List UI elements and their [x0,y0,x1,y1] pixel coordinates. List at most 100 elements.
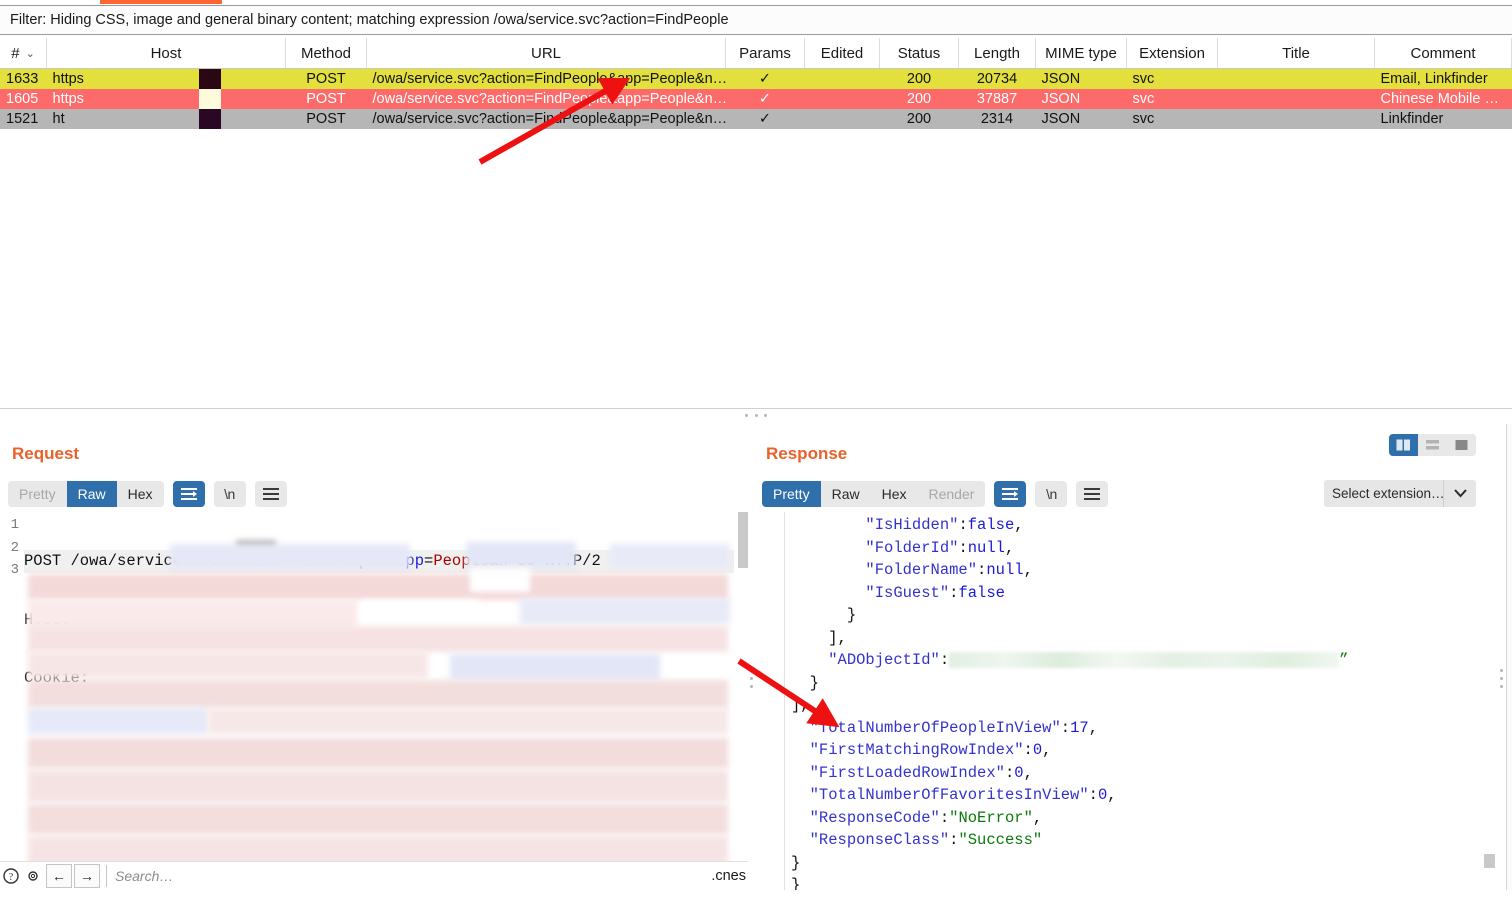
hamburger-glyph [262,488,279,500]
right-edge-splitter[interactable] [1498,424,1506,890]
request-format-tabs: Pretty Raw Hex [8,481,164,507]
code-token: "TotalNumberOfFavoritesInView" [809,786,1089,804]
stacked-layout-button[interactable] [1418,434,1447,456]
code-token: "IsGuest" [865,583,950,602]
tab-strip [0,0,1512,4]
code-token: , [1107,786,1117,804]
request-wrap-lines-icon[interactable] [172,481,205,507]
cell-edited [804,68,880,89]
cell-status: 200 [879,89,959,109]
side-by-side-icon [1396,439,1410,451]
side-by-side-layout-button[interactable] [1389,434,1418,456]
request-editor[interactable]: 1 2 3 POST /owa/service.svc?action=FindP… [0,512,752,890]
code-token: : [977,561,987,579]
vertical-splitter[interactable] [748,424,756,890]
table-row[interactable]: 1605 https POST /owa/service.svc?action=… [0,89,1512,109]
response-tab-raw[interactable]: Raw [820,481,871,507]
horizontal-splitter[interactable] [0,408,1512,423]
code-token: n [498,552,508,570]
response-vertical-scrollbar[interactable] [1483,512,1496,890]
cell-comment: Chinese Mobile … [1374,89,1512,109]
code-token: "ADObjectId" [828,651,940,669]
cell-mime: JSON [1035,109,1127,129]
proxy-history-table[interactable]: # ⌄ Host Method URL Params Edited Status … [0,38,1512,138]
table-row[interactable]: 1521 ht POST /owa/service.svc?action=Fin… [0,109,1512,129]
code-token: ], [828,628,847,647]
proxy-filter-bar[interactable]: Filter: Hiding CSS, image and general bi… [0,5,1512,35]
column-header-method[interactable]: Method [285,38,367,69]
response-json-line: "FolderName":null, [791,559,1478,582]
code-token: "NoError" [949,808,1033,827]
column-header-num-label: # [11,44,20,62]
svg-text:?: ? [9,872,14,883]
select-extension-dropdown[interactable]: Select extension… [1324,480,1476,507]
column-header-title[interactable]: Title [1217,38,1375,69]
column-header-params[interactable]: Params [725,38,805,69]
response-tab-render[interactable]: Render [917,481,986,507]
request-settings-icon[interactable] [22,865,44,887]
request-tab-hex[interactable]: Hex [116,481,164,507]
response-editor-menu-icon[interactable] [1076,481,1109,507]
response-json-line: } [791,672,1478,695]
newline-glyph: \n [224,486,235,502]
request-pane-title: Request [12,444,80,463]
request-help-icon[interactable]: ? [0,865,22,887]
line-number: 1 [10,517,19,533]
request-show-newlines-icon[interactable]: \n [213,481,246,507]
response-tab-hex[interactable]: Hex [870,481,918,507]
column-header-mime-type[interactable]: MIME type [1035,38,1127,69]
response-pane-title: Response [766,444,848,463]
request-find-prev-button[interactable]: ← [46,864,72,888]
cell-comment: Email, Linkfinder [1374,68,1512,89]
response-format-tabs: Pretty Raw Hex Render [762,481,986,507]
sort-caret-icon[interactable]: ⌄ [26,47,35,60]
request-editor-menu-icon[interactable] [254,481,287,507]
code-token: 59 [517,552,536,570]
cell-edited [804,89,880,109]
request-find-trailing-text: .cnes [711,868,746,884]
chevron-down-icon[interactable] [1443,480,1476,507]
request-tab-pretty[interactable]: Pretty [8,481,67,507]
response-code[interactable]: "IsHidden":false, "FolderId":null, "Fold… [784,512,1478,890]
request-pane: Request Pretty Raw Hex \n 1 2 3 POST /ow… [0,424,752,890]
code-token: FindPeople [293,552,387,570]
column-header-status[interactable]: Status [879,38,959,69]
column-header-num[interactable]: # ⌄ [0,38,47,69]
code-token: : [1023,741,1033,759]
column-header-length[interactable]: Length [958,38,1036,69]
response-json-line: } [791,852,1478,875]
splitter-grip-icon [750,669,753,693]
column-header-extension[interactable]: Extension [1126,38,1218,69]
code-token: : [1088,786,1098,804]
code-token: "FirstMatchingRowIndex" [809,741,1024,759]
column-header-edited[interactable]: Edited [804,38,880,69]
response-tab-pretty[interactable]: Pretty [762,481,821,507]
chevron-down-glyph [1453,489,1467,498]
response-show-newlines-icon[interactable]: \n [1035,481,1068,507]
table-row[interactable]: 1633 https POST /owa/service.svc?action=… [0,68,1512,89]
response-wrap-lines-icon[interactable] [994,481,1027,507]
request-find-next-button[interactable]: → [74,864,100,888]
stacked-layout-icon [1426,440,1439,450]
cell-length: 37887 [958,89,1036,109]
column-header-comment[interactable]: Comment [1374,38,1512,69]
code-token: : [939,808,950,827]
column-header-url[interactable]: URL [366,38,726,69]
column-header-host[interactable]: Host [46,38,286,69]
layout-mode-buttons [1389,434,1476,456]
cell-params: ✓ [725,89,805,109]
request-code[interactable]: POST /owa/service.svc?action=FindPeople&… [24,512,734,890]
code-token: : [1004,763,1015,782]
response-json-line: "FirstLoadedRowIndex":0, [791,762,1478,785]
request-find-bar[interactable]: ? ← → Search… .cnes [0,861,752,890]
host-redaction-mask [69,89,267,109]
response-editor[interactable]: "IsHidden":false, "FolderId":null, "Fold… [766,512,1504,890]
newline-glyph: \n [1046,486,1057,502]
cell-mime: JSON [1035,68,1127,89]
code-token: action [228,552,285,570]
single-pane-layout-button[interactable] [1447,434,1476,456]
cell-host: ht [46,109,286,129]
request-tab-raw[interactable]: Raw [66,481,117,507]
cell-length: 20734 [958,68,1036,89]
request-search-input[interactable]: Search… [106,865,711,887]
